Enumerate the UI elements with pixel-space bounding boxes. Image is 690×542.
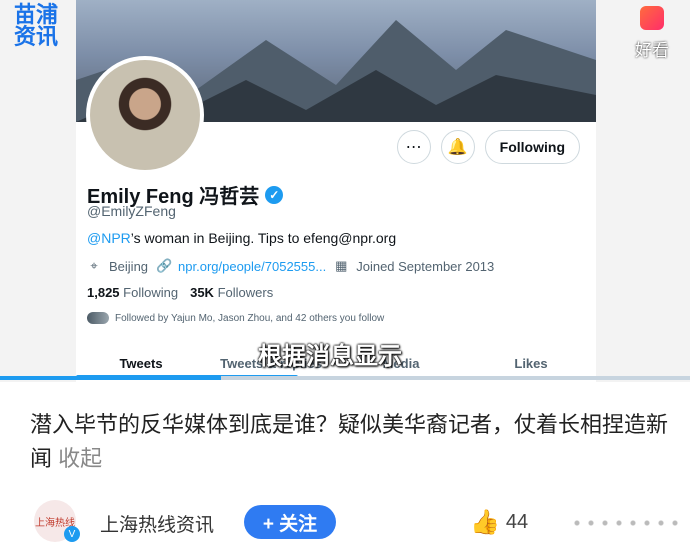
thumbs-up-icon: 👍 bbox=[470, 509, 500, 536]
following-count-link[interactable]: 1,825 Following bbox=[87, 285, 178, 300]
profile-location: Beijing bbox=[109, 258, 149, 274]
more-options-button[interactable]: ⋯ bbox=[396, 130, 431, 164]
video-progress-fill bbox=[0, 376, 221, 380]
followed-by[interactable]: Followed by Yajun Mo, Jason Zhou, and 42… bbox=[87, 312, 384, 324]
video-player[interactable]: ⋯ 🔔 Following Emily Feng 冯哲芸 ✓ @EmilyZFe… bbox=[0, 0, 690, 382]
following-button[interactable]: Following bbox=[484, 130, 580, 164]
profile-counts: 1,825 Following 35K Followers bbox=[87, 285, 273, 300]
channel-watermark-right: 好看 bbox=[626, 6, 678, 61]
calendar-icon: ▦ bbox=[335, 258, 348, 273]
source-name[interactable]: 上海热线资讯 bbox=[100, 510, 214, 537]
channel-watermark-left: 苗浦 资讯 bbox=[14, 2, 59, 49]
location-icon: ⌖ bbox=[90, 258, 98, 273]
followed-by-avatars bbox=[87, 312, 109, 324]
npr-mention-link[interactable]: @NPR bbox=[87, 230, 131, 246]
like-button[interactable]: 👍 44 bbox=[470, 508, 528, 537]
profile-meta: ⌖ Beijing 🔗 npr.org/people/7052555... ▦ … bbox=[87, 258, 494, 274]
notifications-bell-button[interactable]: 🔔 bbox=[440, 130, 475, 164]
like-count: 44 bbox=[505, 511, 529, 533]
bottom-bar: 上海热线 V 上海热线资讯 + 关注 👍 44 bbox=[0, 500, 690, 542]
follow-button[interactable]: + 关注 bbox=[244, 505, 336, 539]
profile-handle: @EmilyZFeng bbox=[87, 203, 176, 219]
video-progress-bar[interactable] bbox=[0, 376, 690, 380]
profile-joined-date: Joined September 2013 bbox=[356, 258, 495, 274]
twitter-profile-card: ⋯ 🔔 Following Emily Feng 冯哲芸 ✓ @EmilyZFe… bbox=[76, 0, 596, 382]
haokan-logo-icon bbox=[640, 6, 664, 30]
followers-count-link[interactable]: 35K Followers bbox=[190, 285, 273, 300]
profile-website-link[interactable]: npr.org/people/7052555... bbox=[178, 259, 326, 274]
profile-bio: @NPR’s woman in Beijing. Tips to efeng@n… bbox=[87, 230, 397, 246]
video-subtitle: 根据消息显示 bbox=[258, 343, 402, 370]
tab-tweets[interactable]: Tweets bbox=[76, 356, 206, 371]
more-actions-icon[interactable] bbox=[570, 520, 682, 526]
verified-badge-icon: ✓ bbox=[265, 185, 284, 204]
collapse-button[interactable]: 收起 bbox=[58, 446, 102, 471]
tab-likes[interactable]: Likes bbox=[466, 356, 596, 371]
article-title: 潜入毕节的反华媒体到底是谁？疑似美华裔记者，仗着长相捏造新闻 收起 bbox=[30, 412, 669, 471]
link-icon: 🔗 bbox=[156, 258, 173, 273]
profile-avatar[interactable] bbox=[86, 56, 204, 174]
